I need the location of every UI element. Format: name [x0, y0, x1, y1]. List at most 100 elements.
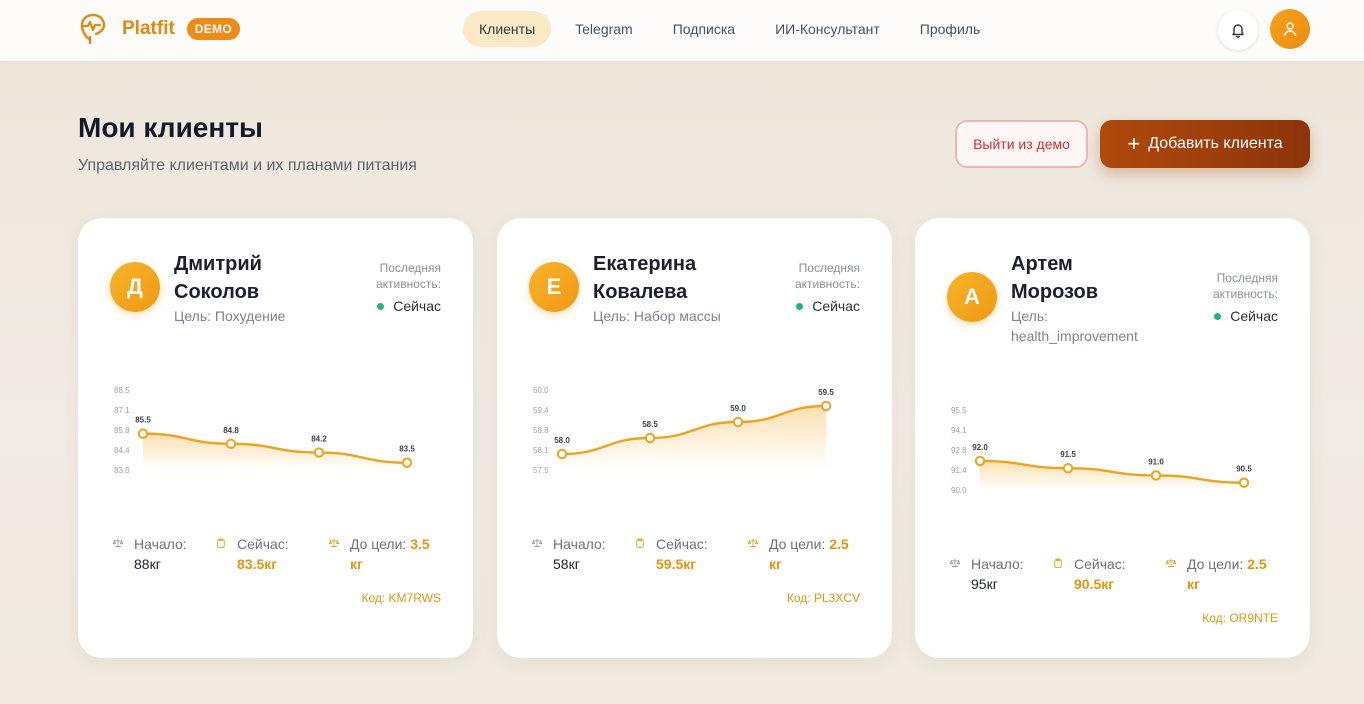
- client-card[interactable]: А Артем Морозов Цель: health_improvement…: [915, 218, 1310, 658]
- y-tick-label: 58.8: [533, 426, 549, 435]
- data-point: [644, 432, 656, 444]
- data-label: 83.5: [399, 445, 415, 454]
- activity-status-text: Сейчас: [1230, 308, 1278, 324]
- data-point: [137, 428, 149, 439]
- y-tick-label: 84.4: [114, 446, 130, 455]
- client-code: Код: OR9NTE: [1202, 611, 1278, 625]
- weight-chart: 95.5 94.1 92.8 91.4 90.0 92.0 91.5 91.0 90.5: [951, 406, 1252, 495]
- to-goal-label: До цели:: [768, 536, 826, 552]
- client-goal: Цель: health_improvement: [1011, 308, 1138, 344]
- page-title: Мои клиенты: [78, 112, 263, 143]
- last-activity-label: Последняя активность:: [794, 261, 860, 291]
- client-name: Артем Морозов: [1011, 253, 1099, 303]
- data-label: 92.0: [972, 443, 988, 452]
- start-label: Начало:: [134, 536, 187, 552]
- current-label: Сейчас:: [656, 536, 708, 552]
- start-value: 58кг: [553, 556, 580, 572]
- nav-profile[interactable]: Профиль: [904, 11, 996, 47]
- data-point: [313, 447, 325, 458]
- clipboard-icon: [1054, 558, 1062, 568]
- weight-area: [980, 460, 1244, 490]
- data-point: [556, 448, 568, 460]
- data-point: [1238, 477, 1250, 488]
- data-point: [732, 416, 744, 428]
- exit-demo-button[interactable]: Выйти из демо: [955, 120, 1088, 168]
- activity-status: Сейчас: [796, 298, 860, 314]
- client-avatar: Е: [529, 262, 579, 312]
- y-tick-label: 90.0: [951, 486, 967, 495]
- start-label: Начало:: [971, 556, 1024, 572]
- stat-current: Сейчас: 59.5кг: [632, 534, 708, 574]
- clipboard-icon: [636, 538, 644, 548]
- y-tick-label: 58.1: [533, 446, 549, 455]
- y-tick-label: 59.4: [533, 406, 549, 415]
- y-tick-label: 92.8: [951, 446, 967, 455]
- data-point: [820, 400, 832, 412]
- weight-chart: 88.5 87.1 85.8 84.4 83.0 85.5 84.8 84.2 83.5: [114, 386, 415, 475]
- data-label: 59.0: [730, 404, 746, 413]
- current-label: Сейчас:: [1074, 556, 1126, 572]
- demo-badge: DEMO: [186, 18, 240, 40]
- client-code: Код: KM7RWS: [361, 591, 441, 605]
- client-goal: Цель: Похудение: [174, 308, 286, 324]
- online-dot: [796, 302, 804, 310]
- scale-icon: [531, 538, 543, 547]
- scale-icon: [747, 538, 759, 547]
- heart-pulse-icon: [80, 13, 106, 45]
- scale-icon: [949, 558, 961, 567]
- client-card[interactable]: Д Дмитрий Соколов Цель: Похудение Послед…: [78, 218, 473, 658]
- stat-to-goal: До цели: 2.5 кг: [745, 534, 865, 574]
- scale-icon: [112, 538, 124, 547]
- current-label: Сейчас:: [237, 536, 289, 552]
- user-menu-button[interactable]: [1270, 9, 1310, 49]
- y-tick-label: 88.5: [114, 386, 130, 395]
- bell-icon: [1232, 24, 1244, 38]
- stat-start: Начало: 95кг: [947, 554, 1024, 594]
- y-tick-label: 95.5: [951, 406, 967, 415]
- nav-clients[interactable]: Клиенты: [463, 11, 552, 47]
- client-avatar: Д: [110, 262, 160, 312]
- y-tick-label: 57.5: [533, 466, 549, 475]
- activity-status: Сейчас: [1214, 308, 1278, 324]
- add-client-button[interactable]: + Добавить клиента: [1100, 120, 1310, 168]
- nav-ai-consultant[interactable]: ИИ-Консультант: [759, 11, 896, 47]
- add-client-label: Добавить клиента: [1148, 135, 1283, 152]
- activity-status-text: Сейчас: [393, 298, 441, 314]
- data-point: [1150, 470, 1162, 481]
- current-value: 83.5кг: [237, 556, 278, 572]
- stat-current: Сейчас: 83.5кг: [213, 534, 289, 574]
- data-point: [974, 455, 986, 467]
- start-value: 95кг: [971, 576, 998, 592]
- main-nav: Клиенты Telegram Подписка ИИ-Консультант…: [463, 11, 1004, 47]
- user-icon: [1283, 22, 1297, 37]
- page-subtitle: Управляйте клиентами и их планами питани…: [78, 157, 417, 174]
- data-label: 91.5: [1060, 450, 1076, 459]
- client-card[interactable]: Е Екатерина Ковалева Цель: Набор массы П…: [497, 218, 892, 658]
- current-value: 90.5кг: [1074, 576, 1115, 592]
- data-label: 84.8: [223, 426, 239, 435]
- notifications-button[interactable]: [1218, 10, 1258, 50]
- stat-current: Сейчас: 90.5кг: [1050, 554, 1126, 594]
- top-bar: Platfit DEMO Клиенты Telegram Подписка И…: [0, 0, 1364, 62]
- y-tick-label: 85.8: [114, 426, 130, 435]
- start-label: Начало:: [553, 536, 606, 552]
- client-goal: Цель: Набор массы: [593, 308, 721, 324]
- data-label: 58.5: [642, 420, 658, 429]
- scale-icon: [328, 538, 340, 547]
- data-point: [225, 438, 237, 450]
- stat-start: Начало: 58кг: [529, 534, 606, 574]
- app-name: Platfit: [122, 18, 175, 39]
- stat-to-goal: До цели: 2.5 кг: [1163, 554, 1283, 594]
- y-tick-label: 83.0: [114, 466, 130, 475]
- nav-subscription[interactable]: Подписка: [657, 11, 751, 47]
- nav-telegram[interactable]: Telegram: [559, 11, 649, 47]
- logo[interactable]: Platfit DEMO: [80, 13, 240, 45]
- scale-icon: [1165, 558, 1177, 567]
- to-goal-label: До цели:: [1186, 556, 1244, 572]
- y-tick-label: 87.1: [114, 406, 130, 415]
- last-activity-label: Последняя активность:: [1212, 271, 1278, 301]
- data-point: [1062, 462, 1074, 474]
- data-label: 85.5: [135, 416, 151, 425]
- stat-to-goal: До цели: 3.5 кг: [326, 534, 446, 574]
- weight-area: [562, 406, 826, 470]
